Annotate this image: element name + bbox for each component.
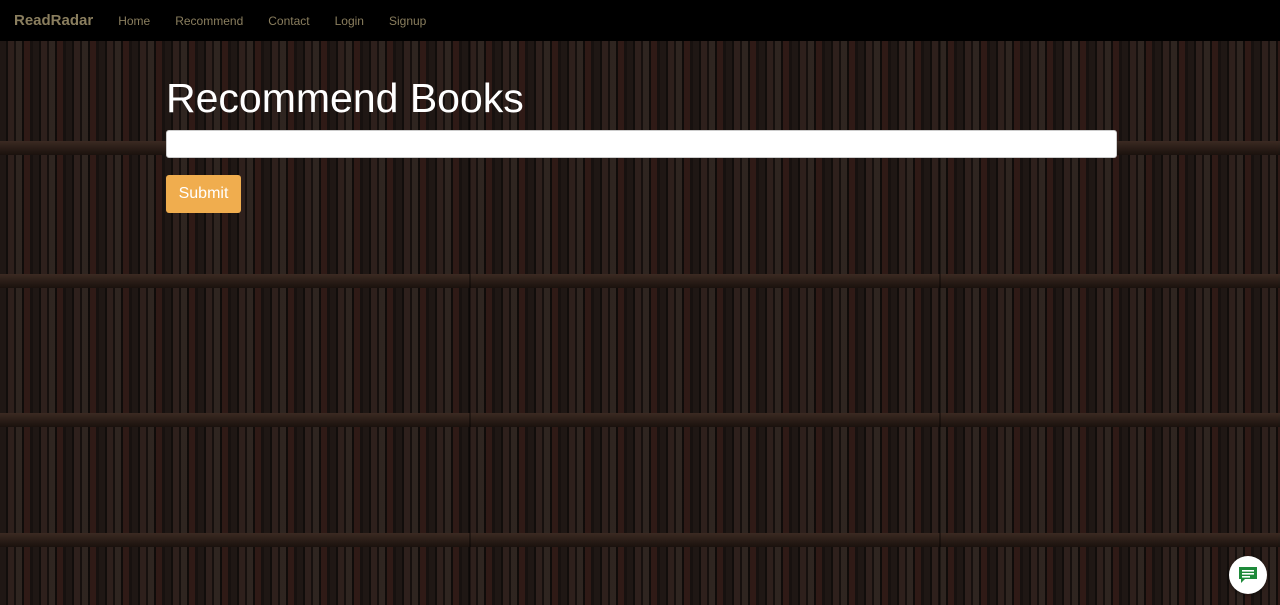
nav-link-recommend[interactable]: Recommend bbox=[175, 14, 243, 28]
shelf-divider bbox=[0, 413, 1280, 427]
brand-logo[interactable]: ReadRadar bbox=[14, 12, 93, 29]
submit-button[interactable]: Submit bbox=[166, 175, 241, 213]
book-input[interactable] bbox=[166, 130, 1117, 158]
page-title: Recommend Books bbox=[166, 75, 524, 121]
chat-button[interactable] bbox=[1229, 556, 1267, 594]
recommend-form: Recommend Books Submit bbox=[166, 41, 1117, 213]
nav-link-signup[interactable]: Signup bbox=[389, 14, 426, 28]
shelf-divider bbox=[0, 274, 1280, 288]
navbar: ReadRadar Home Recommend Contact Login S… bbox=[0, 0, 1280, 41]
shelf-divider bbox=[0, 533, 1280, 547]
nav-link-contact[interactable]: Contact bbox=[268, 14, 309, 28]
nav-link-login[interactable]: Login bbox=[335, 14, 364, 28]
chat-icon bbox=[1239, 567, 1257, 583]
nav-link-home[interactable]: Home bbox=[118, 14, 150, 28]
